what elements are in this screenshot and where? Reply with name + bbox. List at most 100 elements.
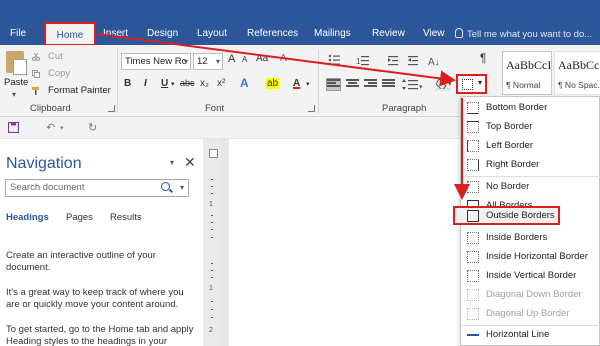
menu-item-label: Inside Vertical Border [486, 270, 577, 281]
tab-review[interactable]: Review [372, 28, 405, 40]
tab-mailings[interactable]: Mailings [314, 28, 351, 40]
borders-button[interactable]: ▾ [456, 74, 487, 94]
ruler-tick [211, 215, 213, 216]
group-divider [117, 49, 118, 113]
format-painter-icon [32, 87, 39, 95]
tab-file[interactable]: File [10, 28, 26, 40]
format-painter-button[interactable]: Format Painter [48, 85, 111, 96]
subscript-button[interactable]: x₂ [200, 78, 209, 89]
shrink-font-button[interactable]: A [242, 55, 247, 64]
borders-menu: Bottom Border Top Border Left Border Rig… [453, 96, 600, 346]
paste-dropdown-icon[interactable]: ▾ [12, 90, 16, 99]
menu-item-outside-borders[interactable]: Outside Borders [453, 206, 560, 225]
bold-button[interactable]: B [124, 78, 131, 89]
menu-item-diagonal-up-border[interactable]: Diagonal Up Border [461, 305, 600, 324]
tell-me-box[interactable]: Tell me what you want to do... [455, 28, 592, 40]
ruler-tick [211, 301, 213, 302]
shading-dropdown-icon[interactable]: ▾ [448, 80, 452, 88]
paste-button[interactable]: Paste [4, 77, 28, 88]
ruler-tick [211, 277, 213, 278]
tab-headings[interactable]: Headings [6, 212, 49, 223]
font-color-dropdown-icon[interactable]: ▾ [306, 80, 310, 88]
clear-formatting-button[interactable]: A [280, 53, 287, 64]
menu-item-label: No Border [486, 181, 530, 192]
show-marks-button[interactable]: ¶ [480, 51, 486, 65]
font-group-label: Font [205, 103, 225, 114]
document-page[interactable] [229, 139, 461, 346]
scissors-icon [32, 53, 40, 61]
menu-item-no-border[interactable]: No Border [461, 178, 600, 197]
diagonal-down-border-icon [467, 289, 479, 301]
undo-icon[interactable]: ↶ [46, 121, 55, 134]
svg-text:1: 1 [356, 57, 361, 66]
menu-item-diagonal-down-border[interactable]: Diagonal Down Border [461, 286, 600, 305]
menu-item-top-border[interactable]: Top Border [461, 118, 600, 137]
menu-item-bottom-border[interactable]: Bottom Border [461, 99, 600, 118]
cut-button[interactable]: Cut [48, 51, 63, 62]
align-right-button[interactable] [364, 79, 377, 90]
grow-font-button[interactable]: A [228, 53, 235, 65]
redo-icon[interactable]: ↻ [88, 121, 97, 134]
search-placeholder: Search document [10, 182, 85, 193]
justify-button[interactable] [382, 79, 395, 90]
font-name-combo[interactable]: Times New Ro ▾ [121, 53, 191, 70]
paste-icon[interactable] [6, 51, 27, 75]
menu-item-horizontal-line[interactable]: Horizontal Line [461, 326, 600, 345]
ruler-tick [211, 186, 213, 187]
style-no-spacing[interactable]: AaBbCc ¶ No Spac... [554, 51, 600, 95]
text-effects-button[interactable]: A [240, 76, 249, 90]
search-document-input[interactable]: Search document ▾ [5, 179, 189, 197]
chevron-down-icon: ▾ [477, 78, 482, 87]
chevron-down-icon[interactable]: ▾ [180, 180, 184, 196]
align-left-button[interactable] [326, 78, 341, 91]
search-icon[interactable] [161, 182, 170, 191]
tell-me-text: Tell me what you want to do... [467, 29, 593, 40]
tab-home[interactable]: Home [44, 22, 96, 46]
line-spacing-icon[interactable]: ▾ [402, 78, 424, 91]
nav-help-paragraph: Create an interactive outline of your do… [6, 250, 156, 273]
tab-layout[interactable]: Layout [197, 28, 227, 40]
clipboard-launcher-icon[interactable] [108, 105, 115, 112]
menu-item-right-border[interactable]: Right Border [461, 156, 600, 175]
horizontal-line-icon [467, 329, 479, 341]
nav-help-paragraph: It's a great way to keep track of where … [6, 287, 184, 310]
ruler-marker[interactable] [209, 149, 218, 158]
highlight-button[interactable]: ab [266, 78, 280, 89]
document-area [221, 139, 461, 346]
font-launcher-icon[interactable] [308, 105, 315, 112]
change-case-button[interactable]: Aa [256, 53, 268, 64]
tab-references[interactable]: References [247, 28, 298, 40]
italic-button[interactable]: I [144, 78, 147, 89]
pane-options-icon[interactable]: ▾ [170, 158, 174, 167]
menu-item-inside-borders[interactable]: Inside Borders [461, 229, 600, 248]
tab-insert[interactable]: Insert [103, 28, 128, 40]
align-center-button[interactable] [346, 79, 359, 90]
menu-item-inside-horizontal-border[interactable]: Inside Horizontal Border [461, 248, 600, 267]
paragraph-group-label: Paragraph [382, 103, 427, 114]
ruler-tick [211, 193, 213, 194]
list-buttons-row[interactable]: 1 A↓ [328, 53, 448, 67]
font-color-button[interactable]: A [293, 78, 300, 89]
undo-dropdown-icon[interactable]: ▾ [60, 124, 64, 132]
menu-item-left-border[interactable]: Left Border [461, 137, 600, 156]
underline-button[interactable]: U [161, 78, 168, 89]
underline-dropdown-icon[interactable]: ▾ [171, 80, 175, 88]
save-icon[interactable] [8, 122, 19, 133]
font-size-combo[interactable]: 12 ▾ [193, 53, 223, 70]
ruler-tick [211, 309, 213, 310]
font-name-value: Times New Ro [125, 56, 187, 67]
tab-view[interactable]: View [423, 28, 445, 40]
tab-pages[interactable]: Pages [66, 212, 93, 223]
style-no-spacing-label: ¶ No Spac... [558, 80, 600, 90]
left-border-icon [467, 140, 479, 152]
close-icon[interactable]: ✕ [184, 154, 196, 171]
copy-button[interactable]: Copy [48, 68, 70, 79]
menu-item-label: Left Border [486, 140, 533, 151]
tab-design[interactable]: Design [147, 28, 178, 40]
tab-results[interactable]: Results [110, 212, 142, 223]
menu-item-inside-vertical-border[interactable]: Inside Vertical Border [461, 267, 600, 286]
style-normal[interactable]: AaBbCcI ¶ Normal [502, 51, 552, 95]
strikethrough-button[interactable]: abc [180, 78, 195, 88]
superscript-button[interactable]: x² [217, 78, 225, 89]
font-size-value: 12 [197, 56, 208, 67]
